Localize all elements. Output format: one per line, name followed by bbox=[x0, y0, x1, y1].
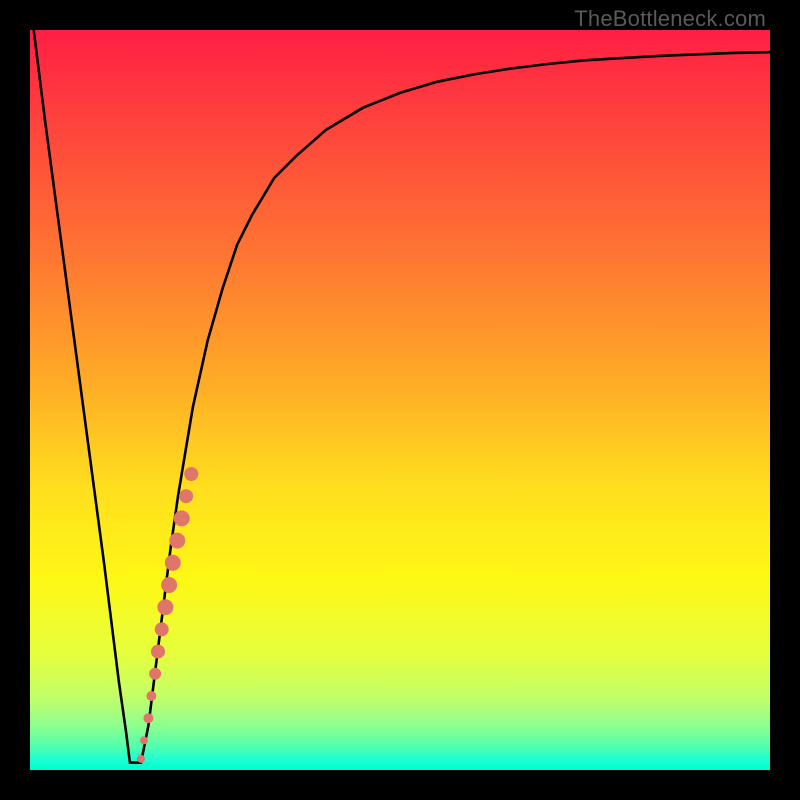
sample-point bbox=[137, 755, 145, 763]
sample-point bbox=[151, 645, 165, 659]
sample-point bbox=[149, 668, 161, 680]
sample-point bbox=[143, 713, 153, 723]
sample-points-group bbox=[137, 467, 198, 763]
sample-point bbox=[146, 691, 156, 701]
sample-point bbox=[165, 555, 181, 571]
bottleneck-curve bbox=[34, 30, 770, 763]
chart-canvas bbox=[30, 30, 770, 770]
plot-area bbox=[30, 30, 770, 770]
sample-point bbox=[184, 467, 198, 481]
sample-point bbox=[174, 510, 190, 526]
outer-frame: TheBottleneck.com bbox=[0, 0, 800, 800]
sample-point bbox=[155, 622, 169, 636]
sample-point bbox=[140, 736, 148, 744]
sample-point bbox=[161, 577, 177, 593]
attribution-text: TheBottleneck.com bbox=[574, 6, 766, 32]
sample-point bbox=[157, 599, 173, 615]
sample-point bbox=[179, 489, 193, 503]
sample-point bbox=[169, 533, 185, 549]
